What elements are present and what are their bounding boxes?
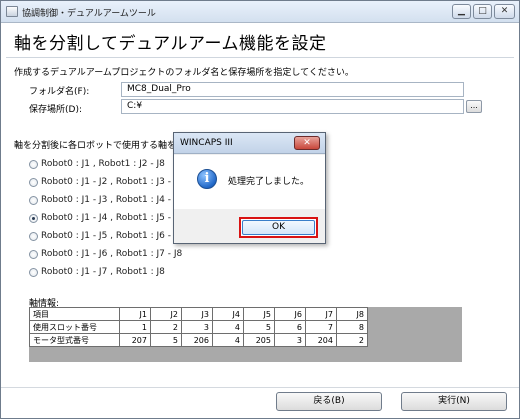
dialog-body: i 処理完了しました。 (174, 155, 325, 209)
radio-label: Robot0 : J1 - J4 , Robot1 : J5 - J8 (41, 213, 183, 223)
radio-label: Robot0 : J1 - J2 , Robot1 : J3 - J8 (41, 177, 183, 187)
dialog-title: WINCAPS III (180, 138, 233, 148)
table-cell: 4 (212, 320, 244, 334)
table-header-cell: J5 (243, 307, 275, 321)
table-cell: 2 (336, 333, 368, 347)
title-bar[interactable]: 協調制御・デュアルアームツール ▁ □ ✕ (1, 1, 519, 23)
folder-name-label: フォルダ名(F): (29, 87, 90, 97)
table-cell: 205 (243, 333, 275, 347)
table-cell: 1 (119, 320, 151, 334)
radio-button[interactable] (29, 250, 38, 259)
completion-dialog: WINCAPS III ✕ i 処理完了しました。 OK (173, 132, 326, 244)
table-cell: 3 (274, 333, 306, 347)
close-button[interactable]: ✕ (494, 4, 515, 19)
table-cell: 5 (243, 320, 275, 334)
radio-button[interactable] (29, 160, 38, 169)
table-cell: 4 (212, 333, 244, 347)
save-location-label: 保存場所(D): (29, 105, 82, 115)
table-cell: 7 (305, 320, 337, 334)
radio-label: Robot0 : J1 - J5 , Robot1 : J6 - J8 (41, 231, 183, 241)
axis-split-prompt: 軸を分割後に各ロボットで使用する軸を (14, 141, 177, 151)
app-icon (6, 6, 18, 17)
radio-label: Robot0 : J1 - J7 , Robot1 : J8 (41, 267, 165, 277)
radio-label: Robot0 : J1 , Robot1 : J2 - J8 (41, 159, 165, 169)
page-title: 軸を分割してデュアルアーム機能を設定 (14, 34, 327, 54)
radio-label: Robot0 : J1 - J6 , Robot1 : J7 - J8 (41, 249, 183, 259)
save-location-input[interactable]: C:¥ (121, 99, 464, 114)
radio-button[interactable] (29, 232, 38, 241)
radio-button-selected[interactable] (29, 214, 38, 223)
table-cell: 6 (274, 320, 306, 334)
table-cell: 5 (150, 333, 182, 347)
maximize-button[interactable]: □ (473, 4, 492, 19)
table-row: モータ型式番号 207 5 206 4 205 3 204 2 (29, 333, 368, 347)
dialog-message: 処理完了しました。 (228, 177, 310, 187)
run-button[interactable]: 実行(N) (401, 392, 507, 411)
table-header-cell: J4 (212, 307, 244, 321)
table-header-row: 項目 J1 J2 J3 J4 J5 J6 J7 J8 (29, 307, 368, 321)
dialog-title-bar[interactable]: WINCAPS III ✕ (174, 133, 325, 154)
browse-button[interactable]: ... (466, 100, 482, 113)
table-header-cell: 項目 (29, 307, 120, 321)
table-cell: モータ型式番号 (29, 333, 120, 347)
table-header-cell: J8 (336, 307, 368, 321)
radio-button[interactable] (29, 178, 38, 187)
table-header-cell: J3 (181, 307, 213, 321)
radio-label: Robot0 : J1 - J3 , Robot1 : J4 - J8 (41, 195, 183, 205)
instruction-text: 作成するデュアルアームプロジェクトのフォルダ名と保存場所を指定してください。 (14, 68, 354, 78)
heading-divider (6, 57, 514, 58)
table-cell: 206 (181, 333, 213, 347)
table-header-cell: J2 (150, 307, 182, 321)
table-cell: 204 (305, 333, 337, 347)
window-title: 協調制御・デュアルアームツール (22, 9, 156, 19)
folder-name-input[interactable]: MC8_Dual_Pro (121, 82, 464, 97)
table-row: 使用スロット番号 1 2 3 4 5 6 7 8 (29, 320, 368, 334)
table-cell: 使用スロット番号 (29, 320, 120, 334)
back-button[interactable]: 戻る(B) (276, 392, 382, 411)
main-window: 協調制御・デュアルアームツール ▁ □ ✕ 軸を分割してデュアルアーム機能を設定… (0, 0, 520, 419)
ok-button-highlight[interactable]: OK (239, 217, 318, 238)
axis-info-table: 項目 J1 J2 J3 J4 J5 J6 J7 J8 使用スロット番号 1 2 … (29, 307, 368, 347)
ok-button[interactable]: OK (242, 220, 315, 235)
information-icon: i (197, 169, 217, 189)
radio-button[interactable] (29, 268, 38, 277)
dialog-close-button[interactable]: ✕ (294, 136, 320, 150)
minimize-button[interactable]: ▁ (452, 4, 471, 19)
table-header-cell: J7 (305, 307, 337, 321)
table-cell: 8 (336, 320, 368, 334)
table-cell: 2 (150, 320, 182, 334)
table-header-cell: J6 (274, 307, 306, 321)
table-cell: 3 (181, 320, 213, 334)
table-header-cell: J1 (119, 307, 151, 321)
table-cell: 207 (119, 333, 151, 347)
axis-info-grid: 項目 J1 J2 J3 J4 J5 J6 J7 J8 使用スロット番号 1 2 … (29, 307, 462, 362)
footer-divider (1, 387, 519, 388)
radio-button[interactable] (29, 196, 38, 205)
